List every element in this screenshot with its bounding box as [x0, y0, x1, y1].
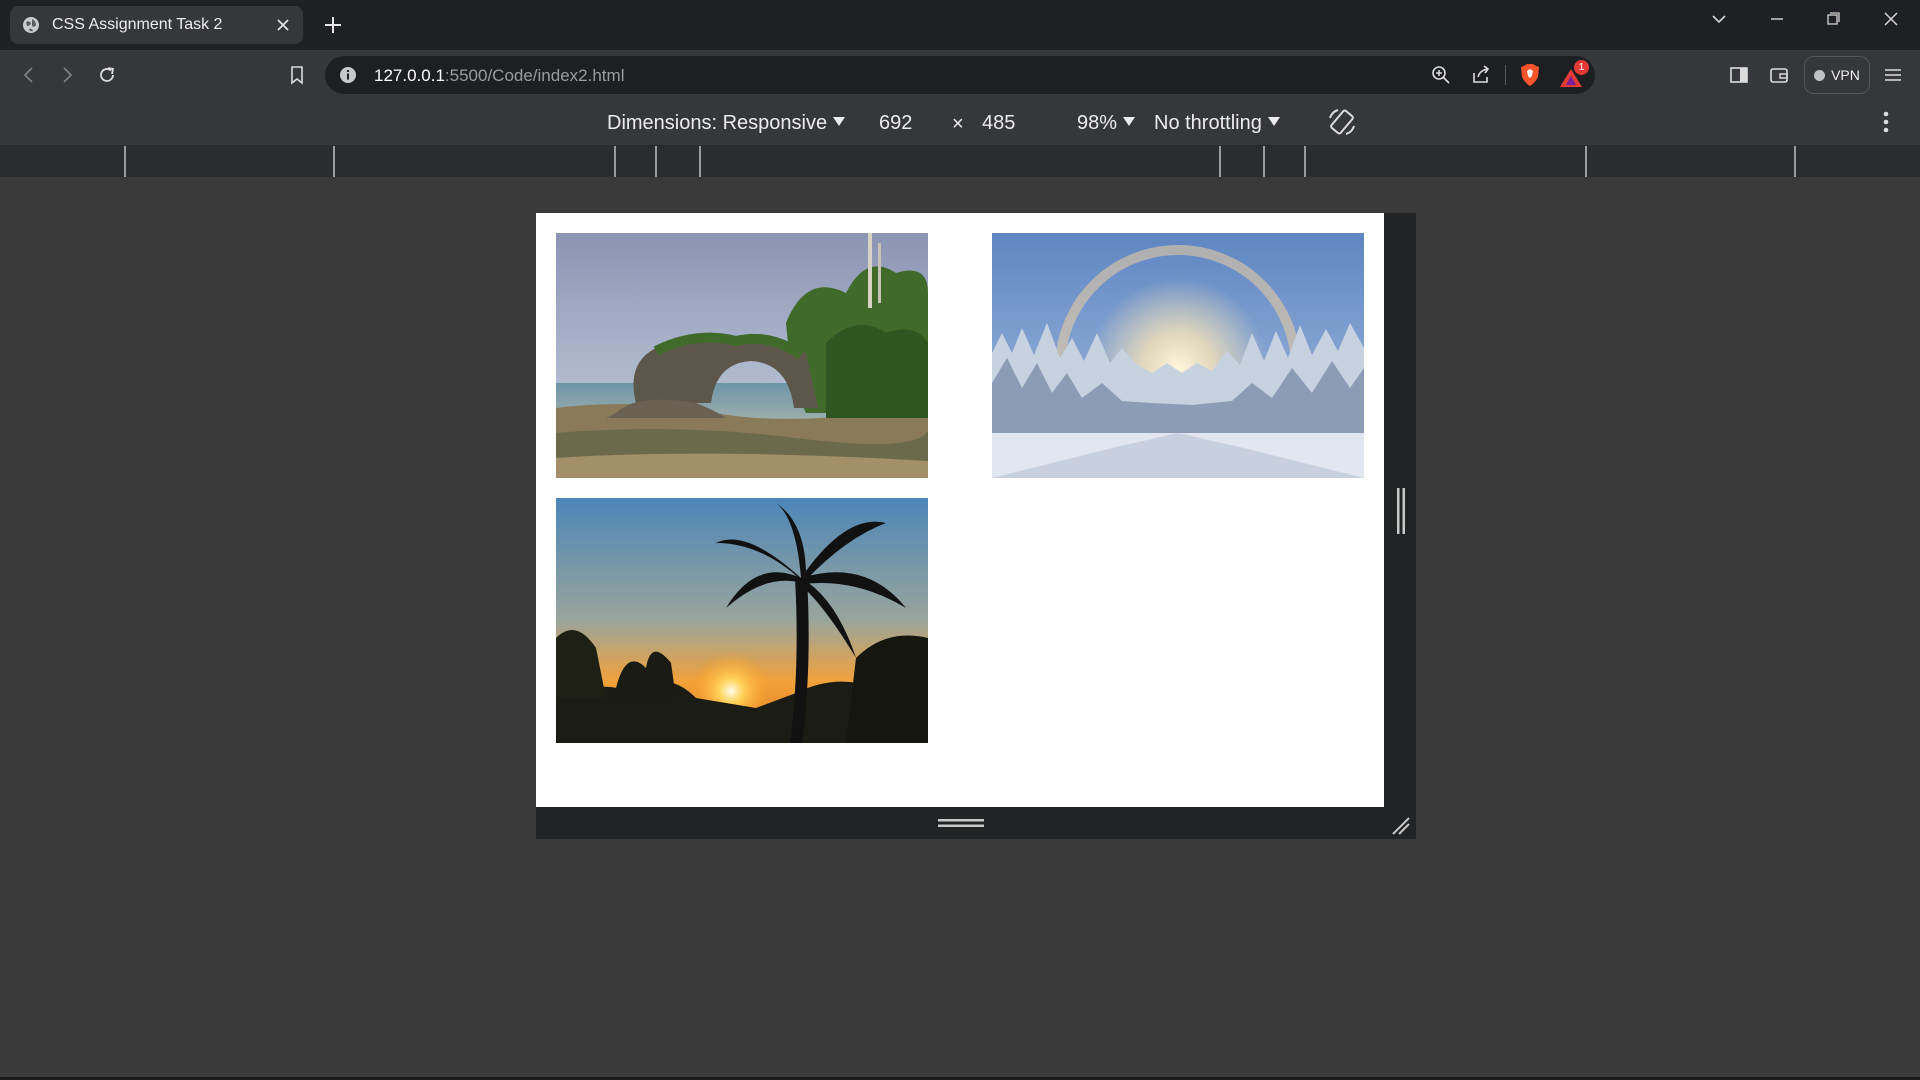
wallet-icon[interactable]: [1768, 64, 1790, 86]
url-text[interactable]: 127.0.0.1:5500/Code/index2.html: [374, 66, 624, 86]
close-tab-icon[interactable]: [275, 17, 291, 33]
rewards-button[interactable]: 1: [1559, 60, 1593, 90]
times-symbol: ×: [952, 113, 964, 135]
more-options-icon[interactable]: [1876, 110, 1896, 134]
ruler-tick: [655, 146, 657, 177]
ruler-tick: [1219, 146, 1221, 177]
snowy-forest-image: [992, 233, 1364, 478]
omnibox-divider: [1505, 65, 1506, 85]
tab-strip: CSS Assignment Task 2: [0, 0, 1920, 50]
ruler-tick: [1304, 146, 1306, 177]
resize-corner-icon[interactable]: [1389, 814, 1411, 836]
dimensions-label: Dimensions: Responsive: [607, 112, 828, 134]
reload-icon[interactable]: [96, 64, 118, 86]
globe-icon: [23, 17, 39, 33]
ruler-tick: [1263, 146, 1265, 177]
menu-icon[interactable]: [1882, 64, 1904, 86]
ruler-tick: [124, 146, 126, 177]
resize-handle-vertical[interactable]: [1396, 488, 1406, 534]
page-viewport: [536, 213, 1384, 807]
ruler-tick: [333, 146, 335, 177]
minimize-icon[interactable]: [1762, 8, 1792, 30]
url-host: 127.0.0.1: [374, 66, 445, 85]
width-input[interactable]: 692: [879, 112, 912, 135]
throttling-select[interactable]: No throttling: [1154, 112, 1280, 135]
media-query-ruler[interactable]: [0, 146, 1920, 177]
address-bar[interactable]: 127.0.0.1:5500/Code/index2.html 1: [325, 56, 1595, 94]
caret-down-icon: [833, 117, 846, 126]
vpn-label: VPN: [1831, 67, 1860, 83]
share-icon[interactable]: [1470, 64, 1492, 86]
ruler-tick: [1585, 146, 1587, 177]
brave-shields-icon[interactable]: [1519, 63, 1541, 87]
vpn-button[interactable]: VPN: [1804, 56, 1870, 94]
rock-arch-image: [556, 233, 928, 478]
vpn-status-icon: [1814, 69, 1826, 81]
zoom-select[interactable]: 98%: [1077, 112, 1136, 135]
tab-title: CSS Assignment Task 2: [52, 16, 223, 33]
new-tab-icon[interactable]: [322, 14, 344, 36]
url-path: :5500/Code/index2.html: [444, 66, 625, 85]
height-input[interactable]: 485: [982, 112, 1015, 135]
back-icon[interactable]: [18, 64, 40, 86]
bookmark-icon[interactable]: [286, 64, 308, 86]
device-toolbar: Dimensions: Responsive 692 × 485 98% No …: [0, 100, 1920, 146]
sidebar-icon[interactable]: [1728, 64, 1750, 86]
site-info-icon[interactable]: [339, 66, 357, 84]
rotate-icon[interactable]: [1326, 106, 1358, 138]
caret-down-icon: [1123, 117, 1136, 126]
restore-icon[interactable]: [1818, 8, 1848, 30]
ruler-tick: [1794, 146, 1796, 177]
forward-icon[interactable]: [56, 64, 78, 86]
close-window-icon[interactable]: [1876, 8, 1906, 30]
device-frame: [536, 213, 1416, 839]
dimensions-select[interactable]: Dimensions: Responsive: [607, 112, 846, 135]
browser-tab[interactable]: CSS Assignment Task 2: [10, 6, 303, 44]
zoom-icon[interactable]: [1430, 64, 1452, 86]
caret-down-icon: [1267, 117, 1280, 126]
browser-toolbar: 127.0.0.1:5500/Code/index2.html 1 VPN: [0, 50, 1920, 100]
palm-sunset-image: [556, 498, 928, 743]
zoom-label: 98%: [1077, 112, 1118, 134]
throttling-label: No throttling: [1154, 112, 1262, 134]
tab-search-chevron-icon[interactable]: [1704, 8, 1734, 30]
ruler-tick: [614, 146, 616, 177]
ruler-tick: [699, 146, 701, 177]
alert-count-badge: 1: [1574, 60, 1589, 75]
resize-handle-horizontal[interactable]: [938, 816, 984, 830]
